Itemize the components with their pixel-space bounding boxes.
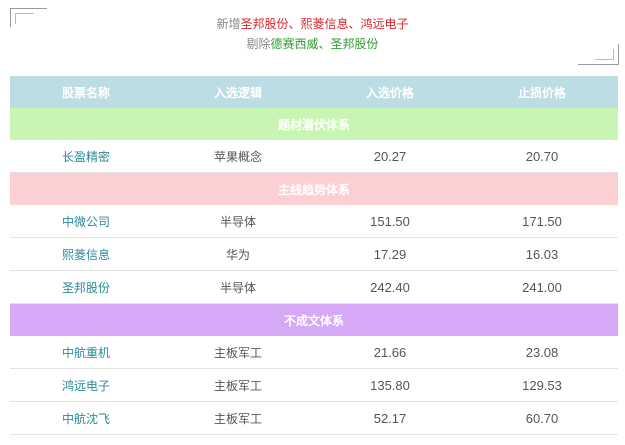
stop-price: 241.00	[522, 279, 562, 295]
entry-price: 52.17	[373, 410, 407, 426]
table-row: 中航沈飞 主板军工 52.17 60.70	[10, 402, 618, 435]
selection-logic: 主板军工	[213, 378, 262, 393]
stop-price: 20.70	[525, 148, 559, 164]
added-notice: 新增圣邦股份、熙菱信息、鸿远电子	[0, 15, 625, 33]
added-item: 熙菱信息	[300, 17, 349, 31]
entry-price: 242.40	[370, 279, 410, 295]
added-item: 圣邦股份	[240, 17, 289, 31]
selection-logic: 苹果概念	[213, 149, 262, 164]
stock-name: 中微公司	[61, 214, 110, 229]
header-stop-price: 止损价格	[517, 85, 566, 100]
stop-price: 16.03	[525, 246, 559, 262]
stop-price: 23.08	[525, 344, 559, 360]
entry-price: 21.66	[373, 344, 407, 360]
selection-logic: 半导体	[219, 214, 256, 229]
section-header: 主线趋势体系	[10, 173, 618, 205]
separator: 、	[288, 17, 301, 31]
stock-name: 鸿远电子	[61, 378, 110, 393]
separator: 、	[318, 37, 331, 51]
section-title: 不成文体系	[283, 313, 344, 328]
stock-name: 中航重机	[61, 345, 110, 360]
removed-prefix: 剔除	[246, 37, 271, 51]
table-header: 股票名称 入选逻辑 入选价格 止损价格	[10, 76, 618, 108]
header-stock-name: 股票名称	[61, 85, 110, 100]
removed-notice: 剔除德赛西威、圣邦股份	[0, 35, 625, 53]
table-row: 熙菱信息 华为 17.29 16.03	[10, 238, 618, 271]
selection-logic: 华为	[225, 247, 250, 262]
section-header: 不成文体系	[10, 304, 618, 336]
stock-name: 中航沈飞	[61, 411, 110, 426]
table-row: 圣邦股份 半导体 242.40 241.00	[10, 271, 618, 304]
selection-logic: 主板军工	[213, 345, 262, 360]
section-header: 题材潜伏体系	[10, 108, 618, 140]
separator: 、	[348, 17, 361, 31]
stock-table: 股票名称 入选逻辑 入选价格 止损价格 题材潜伏体系 长盈精密 苹果概念 20.…	[10, 76, 618, 435]
stock-name: 圣邦股份	[61, 280, 110, 295]
header-entry-price: 入选价格	[365, 85, 414, 100]
added-prefix: 新增	[216, 17, 241, 31]
table-row: 长盈精密 苹果概念 20.27 20.70	[10, 140, 618, 173]
section-title: 题材潜伏体系	[277, 117, 350, 132]
stop-price: 60.70	[525, 410, 559, 426]
removed-item: 德赛西威	[270, 37, 319, 51]
removed-item: 圣邦股份	[330, 37, 379, 51]
entry-price: 20.27	[373, 148, 407, 164]
table-row: 鸿远电子 主板军工 135.80 129.53	[10, 369, 618, 402]
selection-logic: 半导体	[219, 280, 256, 295]
added-item: 鸿远电子	[360, 17, 409, 31]
stock-name: 长盈精密	[61, 149, 110, 164]
entry-price: 135.80	[370, 377, 410, 393]
section-title: 主线趋势体系	[277, 182, 350, 197]
selection-logic: 主板军工	[213, 411, 262, 426]
header-logic: 入选逻辑	[213, 85, 262, 100]
entry-price: 151.50	[370, 213, 410, 229]
stock-name: 熙菱信息	[61, 247, 110, 262]
stop-price: 129.53	[522, 377, 562, 393]
table-row: 中微公司 半导体 151.50 171.50	[10, 205, 618, 238]
stop-price: 171.50	[522, 213, 562, 229]
table-row: 中航重机 主板军工 21.66 23.08	[10, 336, 618, 369]
entry-price: 17.29	[373, 246, 407, 262]
